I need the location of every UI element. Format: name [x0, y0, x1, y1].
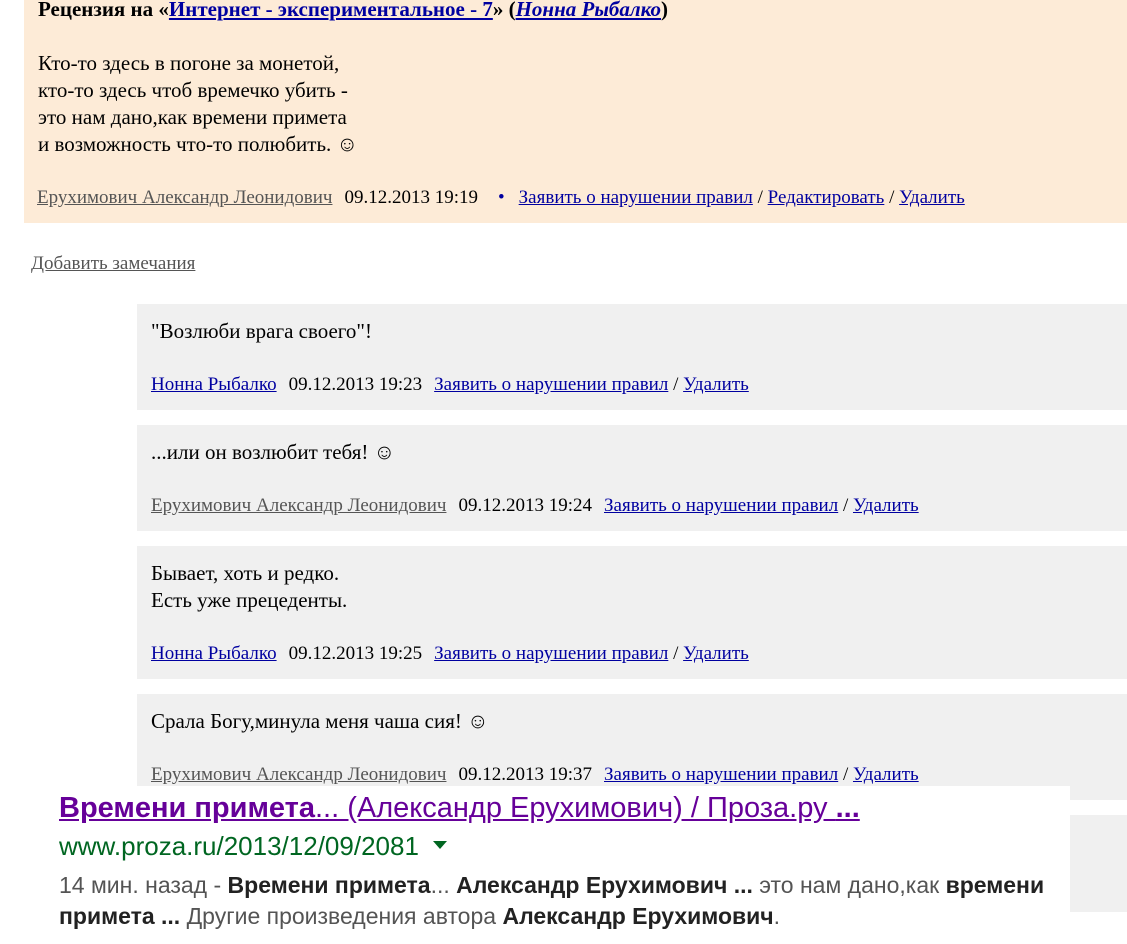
comment-line: Есть уже прецеденты.: [151, 588, 348, 612]
link-separator: /: [889, 187, 895, 208]
edit-link[interactable]: Редактировать: [768, 187, 885, 208]
comment-text: "Возлюби врага своего"!: [151, 318, 372, 345]
review-text: Кто-то здесь в погоне за монетой, кто-то…: [38, 50, 358, 158]
comment-text: Срала Богу,минула меня чаша сия! ☺: [151, 708, 489, 735]
search-result-title-link[interactable]: Времени примета... (Александр Ерухимович…: [59, 792, 860, 825]
report-violation-link[interactable]: Заявить о нарушении правил: [604, 495, 838, 516]
comment-line: Срала Богу,минула меня чаша сия! ☺: [151, 709, 489, 733]
work-author-link[interactable]: Нонна Рыбалко: [516, 0, 661, 21]
comment-author-link[interactable]: Ерухимович Александр Леонидович: [151, 764, 446, 785]
comment-text: Бывает, хоть и редко. Есть уже прецедент…: [151, 560, 347, 614]
comment-date: 09.12.2013 19:23: [288, 374, 423, 395]
link-separator: /: [757, 187, 763, 208]
url-text: www.proza.ru/2013/12/09/2081: [59, 831, 419, 861]
review-line: и возможность что-то полюбить. ☺: [38, 132, 358, 156]
snippet-text: Другие произведения автора: [180, 903, 503, 929]
bullet-separator: •: [498, 187, 505, 208]
title-ellipsis: ...: [835, 792, 860, 824]
comment-line: "Возлюби врага своего"!: [151, 319, 372, 343]
comment-author-link[interactable]: Нонна Рыбалко: [151, 643, 277, 664]
comment-line: ...или он возлюбит тебя! ☺: [151, 440, 396, 464]
comment-item: "Возлюби врага своего"! Нонна Рыбалко 09.…: [137, 304, 1127, 410]
delete-link[interactable]: Удалить: [853, 495, 919, 516]
link-separator: /: [842, 495, 849, 516]
review-title-suffix: ): [661, 0, 668, 21]
comment-meta: Нонна Рыбалко 09.12.2013 19:25 Заявить о н…: [151, 643, 749, 665]
snippet-time: 14 мин. назад -: [59, 872, 228, 898]
report-violation-link[interactable]: Заявить о нарушении правил: [434, 374, 668, 395]
caret-down-icon[interactable]: [432, 841, 447, 850]
comment-date: 09.12.2013 19:37: [458, 764, 592, 785]
snippet-highlight: Александр Ерухимович: [502, 903, 774, 929]
comment-line: Бывает, хоть и редко.: [151, 561, 340, 585]
snippet-text: .: [773, 903, 781, 929]
snippet-text: это нам дано,как: [752, 872, 946, 898]
review-line: это нам дано,как времени примета: [38, 105, 347, 129]
review-author-link[interactable]: Ерухимович Александр Леонидович: [37, 187, 332, 208]
work-link[interactable]: Интернет - экспериментальное - 7: [169, 0, 493, 21]
review-meta: Ерухимович Александр Леонидович 09.12.201…: [37, 187, 965, 209]
search-result-url: www.proza.ru/2013/12/09/2081: [59, 831, 447, 862]
snippet-text: ...: [430, 872, 457, 898]
delete-link[interactable]: Удалить: [899, 187, 965, 208]
report-violation-link[interactable]: Заявить о нарушении правил: [519, 187, 753, 208]
comment-meta: Ерухимович Александр Леонидович 09.12.201…: [151, 764, 919, 786]
comment-meta: Ерухимович Александр Леонидович 09.12.201…: [151, 495, 919, 517]
title-text: ... (Александр Ерухимович) / Проза.ру: [314, 792, 836, 824]
review-title-prefix: Рецензия на «: [38, 0, 169, 21]
review-date: 09.12.2013 19:19: [344, 187, 478, 208]
review-block: Рецензия на «Интернет - экспериментально…: [24, 0, 1127, 223]
comment-fragment: [1070, 815, 1127, 912]
review-line: кто-то здесь чтоб времечко убить -: [38, 78, 348, 102]
comment-item: ...или он возлюбит тебя! ☺ Ерухимович Ал…: [137, 425, 1127, 531]
comment-meta: Нонна Рыбалко 09.12.2013 19:23 Заявить о н…: [151, 374, 749, 396]
comment-author-link[interactable]: Нонна Рыбалко: [151, 374, 277, 395]
delete-link[interactable]: Удалить: [853, 764, 919, 785]
search-result: Времени примета... (Александр Ерухимович…: [33, 786, 1070, 944]
link-separator: /: [673, 374, 679, 395]
report-violation-link[interactable]: Заявить о нарушении правил: [434, 643, 668, 664]
review-line: Кто-то здесь в погоне за монетой,: [38, 51, 340, 75]
snippet-highlight: Времени примета: [227, 872, 431, 898]
add-remarks-link[interactable]: Добавить замечания: [31, 253, 195, 275]
review-title: Рецензия на «Интернет - экспериментально…: [38, 0, 668, 22]
delete-link[interactable]: Удалить: [683, 374, 749, 395]
comment-date: 09.12.2013 19:25: [288, 643, 423, 664]
comment-date: 09.12.2013 19:24: [458, 495, 592, 516]
review-title-mid: » (: [492, 0, 516, 21]
link-separator: /: [842, 764, 849, 785]
comment-item: Бывает, хоть и редко. Есть уже прецедент…: [137, 546, 1127, 679]
comment-text: ...или он возлюбит тебя! ☺: [151, 439, 395, 466]
snippet-highlight: Александр Ерухимович ...: [456, 872, 753, 898]
comment-author-link[interactable]: Ерухимович Александр Леонидович: [151, 495, 446, 516]
comment-item: Срала Богу,минула меня чаша сия! ☺ Ерухи…: [137, 694, 1127, 800]
search-result-snippet: 14 мин. назад - Времени примета... Алекс…: [59, 870, 1069, 932]
link-separator: /: [673, 643, 679, 664]
delete-link[interactable]: Удалить: [683, 643, 749, 664]
title-highlight: Времени примета: [59, 792, 315, 824]
report-violation-link[interactable]: Заявить о нарушении правил: [604, 764, 838, 785]
